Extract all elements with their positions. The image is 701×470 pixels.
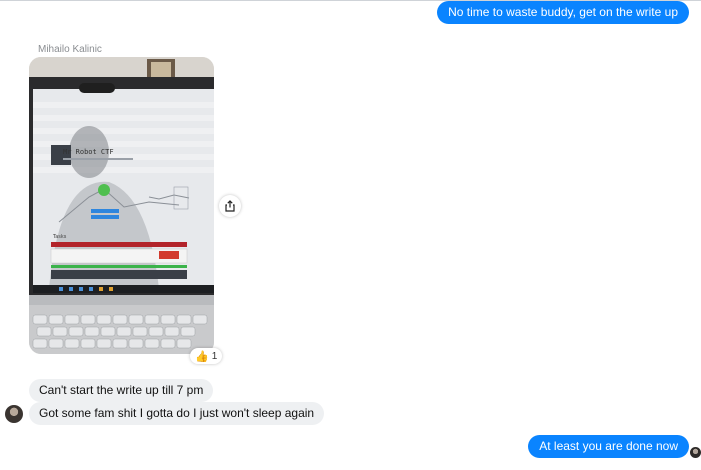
shared-photo[interactable]: Mr Robot CTF Tasks (29, 57, 214, 354)
thumbs-up-icon: 👍 (195, 350, 209, 363)
share-button[interactable] (219, 195, 241, 217)
seen-avatar (690, 447, 701, 458)
photo-screen-title: Mr Robot CTF (63, 148, 114, 156)
incoming-message-2[interactable]: Got some fam shit I gotta do I just won'… (29, 402, 325, 425)
outgoing-message-2[interactable]: At least you are done now (528, 435, 689, 458)
sender-avatar[interactable] (5, 405, 23, 423)
share-icon (225, 200, 235, 212)
photo-screen-section: Tasks (52, 234, 67, 240)
outgoing-message-1[interactable]: No time to waste buddy, get on the write… (437, 1, 689, 24)
sender-name: Mihailo Kalinic (38, 44, 102, 55)
incoming-message-1[interactable]: Can't start the write up till 7 pm (29, 379, 214, 402)
reaction-badge[interactable]: 👍 1 (190, 348, 223, 364)
reaction-count: 1 (211, 350, 218, 362)
